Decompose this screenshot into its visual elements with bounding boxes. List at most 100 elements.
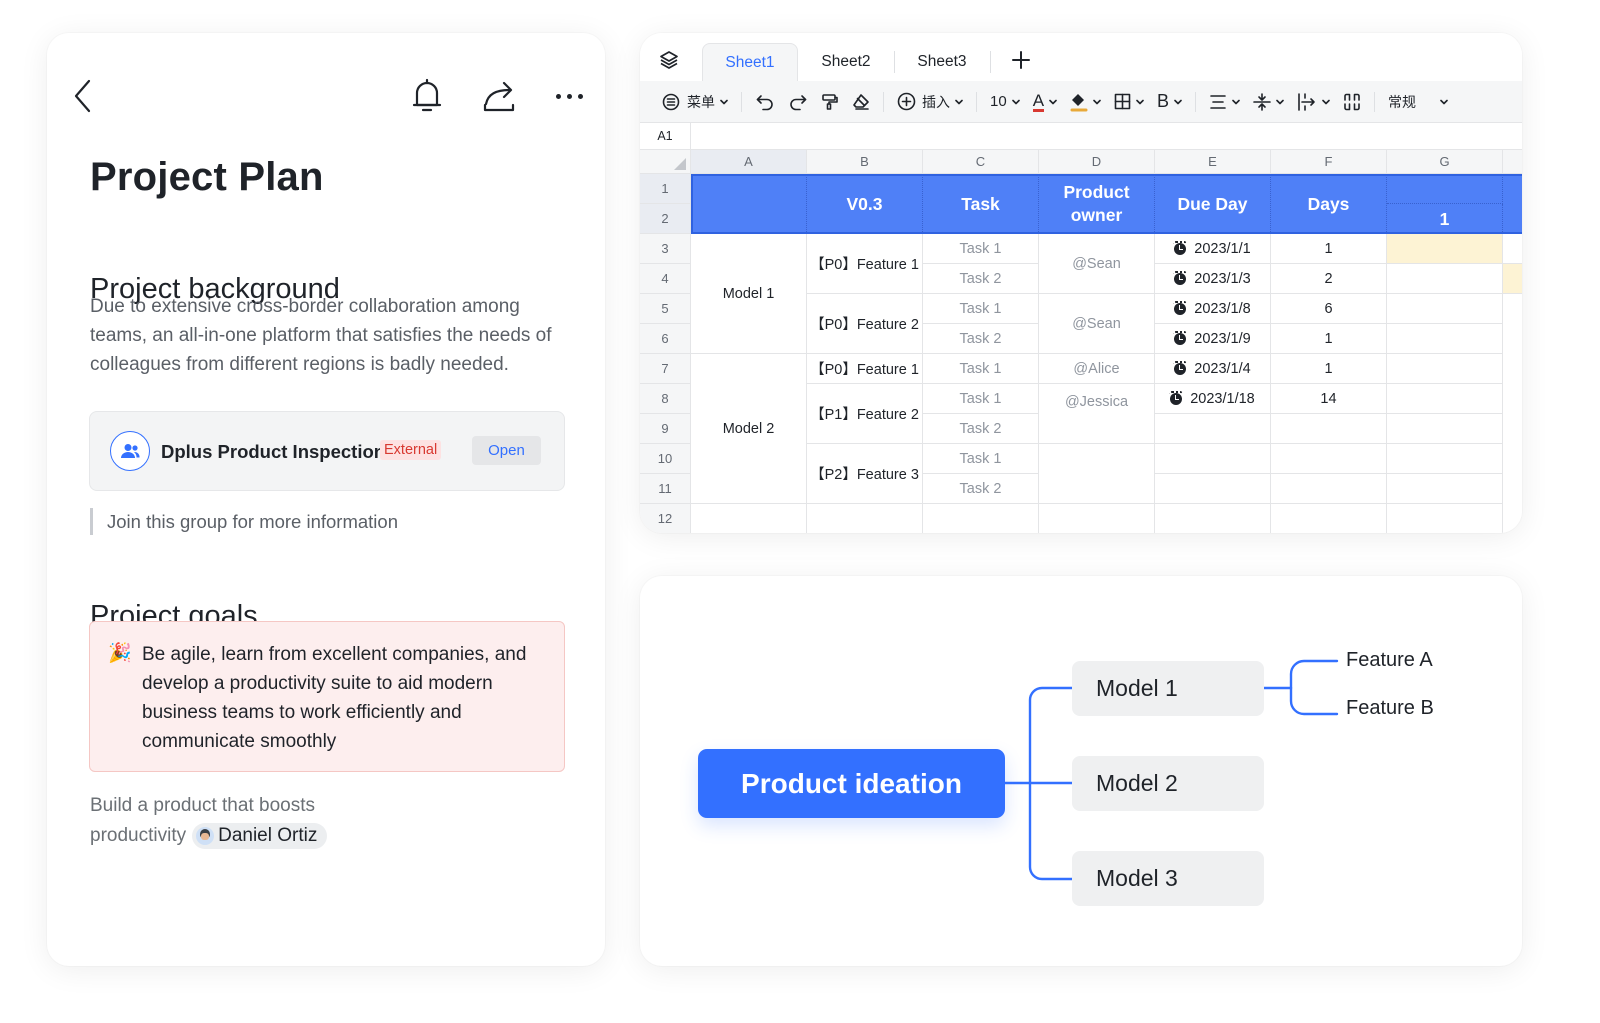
row-header[interactable]: 1 [640,174,691,204]
due-date-cell[interactable]: 2023/1/3 [1155,264,1271,294]
open-group-button[interactable]: Open [472,436,541,465]
due-date-cell[interactable]: 2023/1/1 [1155,234,1271,264]
owner-cell[interactable]: @Alice [1039,354,1155,384]
row-header[interactable]: 5 [640,294,691,324]
cell[interactable] [1503,234,1522,264]
cell[interactable] [1039,444,1155,504]
feature-cell[interactable]: 【P1】Feature 2 [807,384,923,444]
days-cell[interactable]: 1 [1271,354,1387,384]
cell[interactable] [1387,474,1503,504]
menu-dropdown[interactable]: 菜单 [662,88,728,116]
number-format-dropdown[interactable]: 常规 [1388,88,1448,116]
task-cell[interactable]: Task 1 [923,294,1039,324]
back-button[interactable] [65,76,101,116]
plus-icon[interactable] [1008,47,1034,73]
cell[interactable] [1387,324,1503,354]
days-cell[interactable]: 2 [1271,264,1387,294]
due-date-cell[interactable]: 2023/1/9 [1155,324,1271,354]
cell[interactable] [1155,444,1271,474]
owner-cell[interactable]: @Jessica [1039,384,1155,444]
redo-button[interactable] [788,88,808,116]
due-date-cell[interactable]: 2023/1/8 [1155,294,1271,324]
format-painter-button[interactable] [821,88,839,116]
tab-sheet3[interactable]: Sheet3 [894,43,990,81]
task-cell[interactable]: Task 1 [923,354,1039,384]
undo-button[interactable] [755,88,775,116]
cell-reference[interactable]: A1 [640,123,691,149]
notification-button[interactable] [407,75,447,117]
task-cell[interactable]: Task 2 [923,474,1039,504]
cell[interactable] [1271,504,1387,533]
bold-dropdown[interactable]: B [1157,88,1182,116]
cell[interactable] [1387,414,1503,444]
row-header[interactable]: 10 [640,444,691,474]
gantt-cell-filled[interactable] [1503,264,1522,294]
feature-cell[interactable]: 【P2】Feature 3 [807,444,923,504]
header-cell-due[interactable]: Due Day [1155,174,1271,234]
cell[interactable] [1387,504,1503,533]
leaf-node-feature-a[interactable]: Feature A [1346,649,1433,672]
header-cell[interactable] [691,174,807,234]
child-node-model-2[interactable]: Model 2 [1072,756,1264,811]
share-button[interactable] [479,75,519,117]
layers-icon[interactable] [658,49,680,71]
model-cell[interactable]: Model 1 [691,234,807,354]
days-cell[interactable]: 1 [1271,234,1387,264]
row-header[interactable]: 6 [640,324,691,354]
feature-cell[interactable]: 【P0】Feature 2 [807,294,923,354]
column-header[interactable]: D [1039,150,1155,174]
cell[interactable] [1155,474,1271,504]
row-header[interactable]: 3 [640,234,691,264]
column-header[interactable] [1503,150,1522,174]
days-cell[interactable]: 6 [1271,294,1387,324]
task-cell[interactable]: Task 2 [923,264,1039,294]
task-cell[interactable]: Task 1 [923,444,1039,474]
cell[interactable] [1387,264,1503,294]
cell[interactable] [1271,444,1387,474]
model-cell[interactable]: Model 2 [691,354,807,504]
text-wrap-dropdown[interactable] [1297,88,1330,116]
task-cell[interactable]: Task 2 [923,414,1039,444]
tab-sheet1[interactable]: Sheet1 [702,43,798,81]
font-size-dropdown[interactable]: 10 [990,88,1020,116]
gantt-cell-filled[interactable] [1387,234,1503,264]
column-header[interactable]: C [923,150,1039,174]
feature-cell[interactable]: 【P0】Feature 1 [807,354,923,384]
days-cell[interactable]: 1 [1271,324,1387,354]
formula-bar[interactable]: A1 [640,123,1522,150]
row-header[interactable]: 2 [640,204,691,234]
child-node-model-1[interactable]: Model 1 [1072,661,1264,716]
child-node-model-3[interactable]: Model 3 [1072,851,1264,906]
header-cell-task[interactable]: Task [923,174,1039,234]
cell[interactable] [1387,444,1503,474]
row-header[interactable]: 12 [640,504,691,533]
tab-sheet2[interactable]: Sheet2 [798,43,894,81]
column-header[interactable]: A [691,150,807,174]
cell[interactable] [1271,474,1387,504]
user-mention[interactable]: Daniel Ortiz [192,822,328,849]
due-date-cell[interactable]: 2023/1/4 [1155,354,1271,384]
more-button[interactable] [547,78,591,114]
cell[interactable] [1387,384,1503,414]
task-cell[interactable]: Task 1 [923,384,1039,414]
header-cell[interactable] [1387,174,1503,204]
cell[interactable] [923,504,1039,533]
days-cell[interactable]: 14 [1271,384,1387,414]
borders-dropdown[interactable] [1114,88,1144,116]
group-card[interactable]: Dplus Product Inspection External Open [89,411,565,491]
cell[interactable] [1155,414,1271,444]
task-cell[interactable]: Task 2 [923,324,1039,354]
column-header[interactable]: E [1155,150,1271,174]
owner-cell[interactable]: @Sean [1039,294,1155,354]
row-header[interactable]: 4 [640,264,691,294]
row-header[interactable]: 8 [640,384,691,414]
header-cell[interactable] [1503,174,1522,234]
cell[interactable] [807,504,923,533]
font-color-dropdown[interactable]: A [1032,88,1057,116]
fill-color-dropdown[interactable] [1070,88,1101,116]
cell[interactable] [1155,504,1271,533]
cell[interactable] [691,504,807,533]
clear-format-button[interactable] [852,88,870,116]
cell[interactable] [1387,294,1503,324]
horizontal-align-dropdown[interactable] [1209,88,1240,116]
